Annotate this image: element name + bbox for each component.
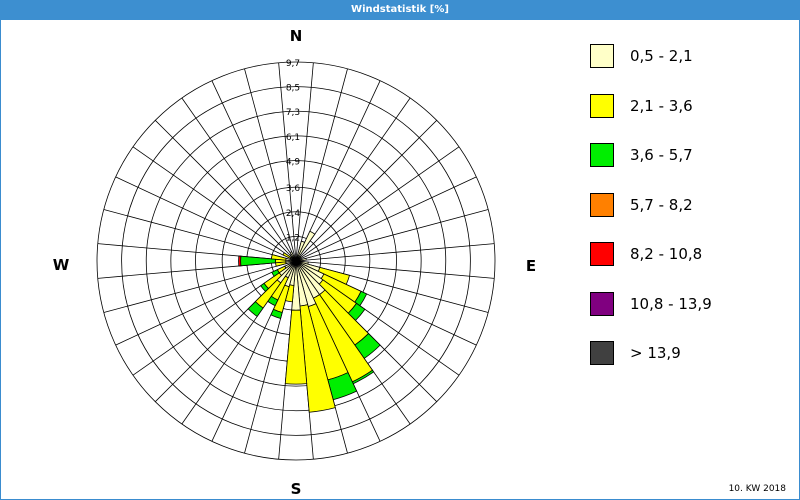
legend-item: > 13,9 <box>590 341 790 367</box>
legend-item: 3,6 - 5,7 <box>590 143 790 169</box>
wind-sector-segment <box>240 255 276 267</box>
legend-item: 5,7 - 8,2 <box>590 192 790 219</box>
legend-item: 2,1 - 3,6 <box>590 93 790 120</box>
legend-swatch <box>590 192 614 217</box>
legend-swatch <box>590 291 614 316</box>
compass-west: W <box>53 256 70 274</box>
radial-tick-label: 9,7 <box>286 59 300 69</box>
compass-south: S <box>291 480 302 498</box>
grid-spoke <box>115 176 297 262</box>
legend-swatch <box>590 143 614 167</box>
radial-tick-label: 7,3 <box>286 108 300 118</box>
legend-label: 10,8 - 13,9 <box>630 294 712 313</box>
radial-tick-label: 4,9 <box>286 157 301 167</box>
legend-swatch <box>590 341 614 365</box>
grid-spoke <box>103 209 297 262</box>
radial-tick-label: 8,5 <box>286 84 300 94</box>
grid-spoke <box>295 209 489 262</box>
legend-label: > 13,9 <box>630 344 681 362</box>
compass-east: E <box>526 257 536 275</box>
window-title: Windstatistik [%] <box>0 0 800 20</box>
legend-swatch <box>590 44 614 68</box>
grid-spoke <box>295 176 477 262</box>
radial-tick-label: 1,2 <box>286 233 300 243</box>
legend-label: 5,7 - 8,2 <box>630 195 693 214</box>
grid-spoke <box>295 68 348 262</box>
grid-spoke <box>155 120 297 262</box>
legend-label: 8,2 - 10,8 <box>630 245 703 263</box>
legend-swatch <box>590 93 614 118</box>
legend-label: 0,5 - 2,1 <box>630 47 693 65</box>
legend-label: 2,1 - 3,6 <box>630 96 693 115</box>
radial-tick-label: 2,4 <box>286 209 301 219</box>
compass-north: N <box>290 27 303 45</box>
week-label: 10. KW 2018 <box>728 484 786 494</box>
legend-item: 8,2 - 10,8 <box>590 242 790 268</box>
radial-tick-label: 3,6 <box>286 184 301 194</box>
grid-spoke <box>211 80 297 262</box>
wind-sector-segment <box>238 255 242 267</box>
legend-item: 0,5 - 2,1 <box>590 44 790 70</box>
grid-spoke <box>295 120 437 262</box>
legend-label: 3,6 - 5,7 <box>630 146 693 164</box>
grid-spoke <box>115 260 297 346</box>
radial-tick-label: 6,1 <box>286 133 300 143</box>
legend-swatch <box>590 242 614 266</box>
legend-item: 10,8 - 13,9 <box>590 291 790 318</box>
